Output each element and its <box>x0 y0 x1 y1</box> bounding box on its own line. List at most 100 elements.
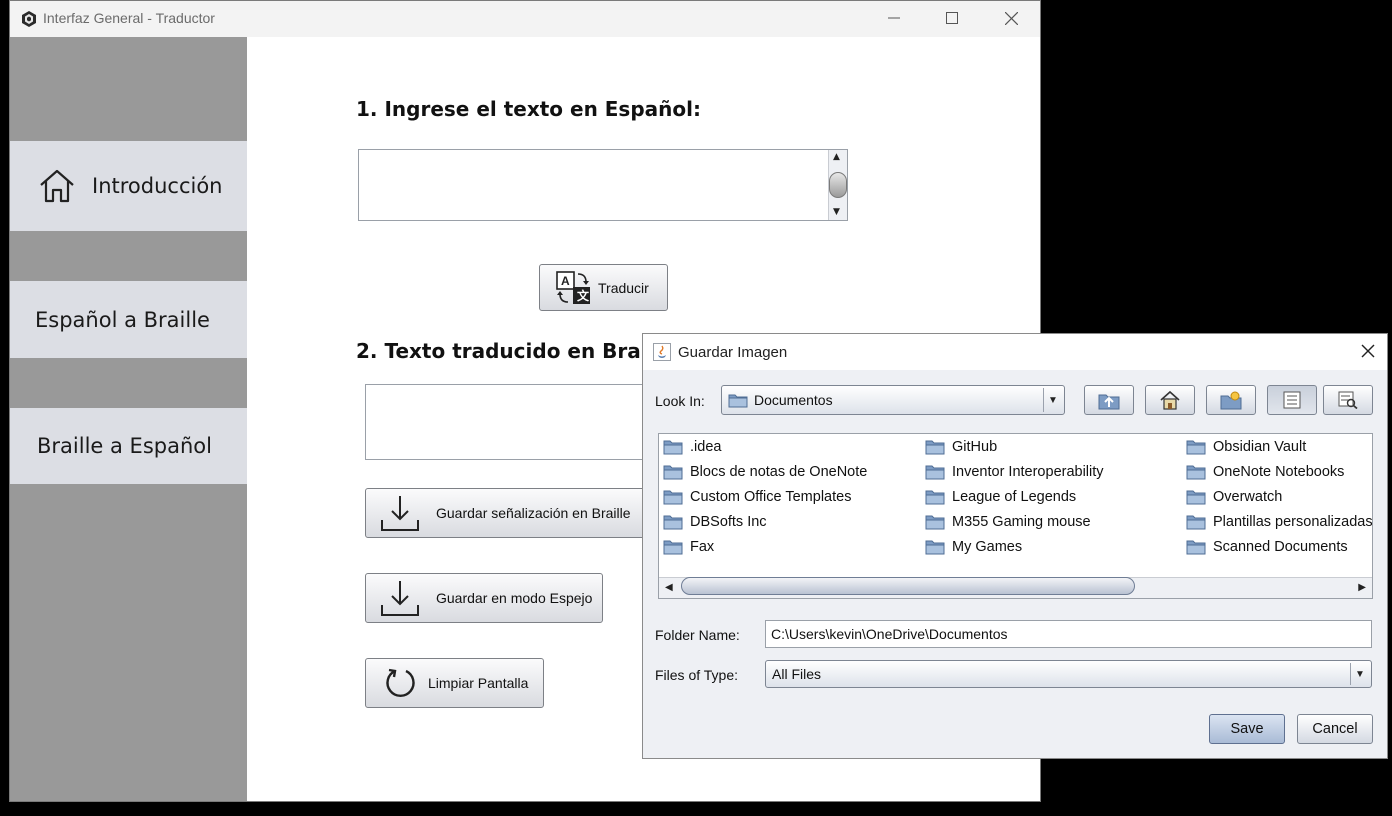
list-item[interactable]: Inventor Interoperability <box>925 463 1104 480</box>
list-item[interactable]: .idea <box>663 438 721 455</box>
up-folder-icon <box>1098 394 1120 410</box>
sidebar-item-braille-a-espanol[interactable]: Braille a Español <box>10 408 247 484</box>
scroll-down-icon[interactable]: ▼ <box>833 208 840 217</box>
file-item-label: DBSofts Inc <box>690 513 767 530</box>
folder-icon <box>663 465 683 480</box>
translate-label: Traducir <box>598 279 649 296</box>
list-item[interactable]: Overwatch <box>1186 488 1282 505</box>
file-item-label: Inventor Interoperability <box>952 463 1104 480</box>
home-icon <box>40 169 74 203</box>
minimize-button[interactable] <box>865 1 923 35</box>
clear-screen-button[interactable]: Limpiar Pantalla <box>365 658 544 708</box>
cancel-button[interactable]: Cancel <box>1297 714 1373 744</box>
clear-screen-label: Limpiar Pantalla <box>428 675 529 691</box>
scroll-thumb[interactable] <box>829 172 847 198</box>
list-item[interactable]: M355 Gaming mouse <box>925 513 1091 530</box>
folder-icon <box>1186 490 1206 505</box>
scroll-thumb[interactable] <box>681 577 1135 595</box>
folder-icon <box>925 490 945 505</box>
minimize-icon <box>888 17 900 19</box>
chevron-down-icon[interactable]: ▼ <box>1043 388 1062 412</box>
list-item[interactable]: DBSofts Inc <box>663 513 767 530</box>
sidebar-item-espanol-a-braille[interactable]: Español a Braille <box>10 281 247 358</box>
file-item-label: Fax <box>690 538 715 555</box>
new-folder-icon <box>1220 391 1242 410</box>
java-icon <box>653 343 671 361</box>
list-item[interactable]: Blocs de notas de OneNote <box>663 463 867 480</box>
list-item[interactable]: Obsidian Vault <box>1186 438 1306 455</box>
file-item-label: League of Legends <box>952 488 1077 505</box>
scroll-left-icon[interactable]: ◀ <box>665 582 673 593</box>
svg-text:A: A <box>561 274 570 288</box>
list-item[interactable]: League of Legends <box>925 488 1076 505</box>
files-of-type-dropdown[interactable]: All Files ▼ <box>765 660 1372 688</box>
look-in-label: Look In: <box>655 393 705 409</box>
spanish-text-input[interactable]: ▲ ▼ <box>358 149 848 221</box>
scroll-right-icon[interactable]: ▶ <box>1358 582 1366 593</box>
file-item-label: Custom Office Templates <box>690 488 852 505</box>
file-item-label: Overwatch <box>1213 488 1283 505</box>
details-view-icon <box>1338 391 1358 409</box>
sidebar-item-introduccion[interactable]: Introducción <box>10 141 247 231</box>
list-view-button[interactable] <box>1267 385 1317 415</box>
chevron-down-icon[interactable]: ▼ <box>1350 663 1369 685</box>
maximize-button[interactable] <box>923 1 981 35</box>
svg-text:文: 文 <box>577 288 590 303</box>
input-heading: 1. Ingrese el texto en Español: <box>356 97 701 121</box>
input-scrollbar[interactable]: ▲ ▼ <box>828 150 847 220</box>
new-folder-button[interactable] <box>1206 385 1256 415</box>
folder-name-label: Folder Name: <box>655 627 740 643</box>
sidebar: Introducción Español a Braille Braille a… <box>10 37 247 801</box>
folder-icon <box>1186 540 1206 555</box>
look-in-dropdown[interactable]: Documentos ▼ <box>721 385 1065 415</box>
file-item-label: GitHub <box>952 438 998 455</box>
files-of-type-value: All Files <box>772 666 822 682</box>
list-item[interactable]: My Games <box>925 538 1022 555</box>
file-item-label: My Games <box>952 538 1023 555</box>
braille-text-output[interactable] <box>365 384 665 460</box>
details-view-button[interactable] <box>1323 385 1373 415</box>
translate-button[interactable]: A 文 Traducir <box>539 264 668 311</box>
close-icon[interactable] <box>1361 344 1375 358</box>
download-icon <box>381 581 419 616</box>
list-item[interactable]: Plantillas personalizadas <box>1186 513 1373 530</box>
file-item-label: Obsidian Vault <box>1213 438 1307 455</box>
folder-name-input[interactable]: C:\Users\kevin\OneDrive\Documentos <box>765 620 1372 648</box>
file-list[interactable]: Scanned Documents Plantillas personalizad… <box>658 433 1373 599</box>
folder-icon <box>663 540 683 555</box>
folder-icon <box>663 490 683 505</box>
home-icon <box>1160 390 1180 410</box>
output-heading: 2. Texto traducido en Braill <box>356 339 662 363</box>
close-icon <box>1004 11 1018 25</box>
file-item-label: OneNote Notebooks <box>1213 463 1345 480</box>
window-title: Interfaz General - Traductor <box>43 10 215 26</box>
list-item[interactable]: GitHub <box>925 438 997 455</box>
up-one-level-button[interactable] <box>1084 385 1134 415</box>
save-mirror-button[interactable]: Guardar en modo Espejo <box>365 573 603 623</box>
dialog-title: Guardar Imagen <box>678 344 788 361</box>
folder-name-value: C:\Users\kevin\OneDrive\Documentos <box>771 626 1008 642</box>
title-bar: Interfaz General - Traductor <box>10 1 1040 37</box>
list-item[interactable]: Fax <box>663 538 714 555</box>
close-button[interactable] <box>982 1 1040 35</box>
sidebar-item-label: Español a Braille <box>35 307 210 332</box>
file-item-label: Plantillas personalizadas <box>1213 513 1373 530</box>
folder-icon <box>1186 440 1206 455</box>
dialog-title-bar: Guardar Imagen <box>643 334 1387 370</box>
folder-icon <box>663 515 683 530</box>
folder-icon <box>925 440 945 455</box>
list-item[interactable]: Scanned Documents <box>1186 538 1348 555</box>
horizontal-scrollbar[interactable]: ◀ ▶ <box>659 577 1372 598</box>
scroll-up-icon[interactable]: ▲ <box>833 153 840 162</box>
folder-icon <box>925 465 945 480</box>
list-item[interactable]: OneNote Notebooks <box>1186 463 1344 480</box>
save-image-dialog: Guardar Imagen Look In: Documentos ▼ Sca… <box>642 333 1388 759</box>
save-button[interactable]: Save <box>1209 714 1285 744</box>
sidebar-item-label: Introducción <box>92 174 223 198</box>
folder-icon <box>925 515 945 530</box>
save-braille-button[interactable]: Guardar señalización en Braille <box>365 488 645 538</box>
file-item-label: M355 Gaming mouse <box>952 513 1091 530</box>
folder-icon <box>1186 465 1206 480</box>
home-button[interactable] <box>1145 385 1195 415</box>
list-item[interactable]: Custom Office Templates <box>663 488 851 505</box>
